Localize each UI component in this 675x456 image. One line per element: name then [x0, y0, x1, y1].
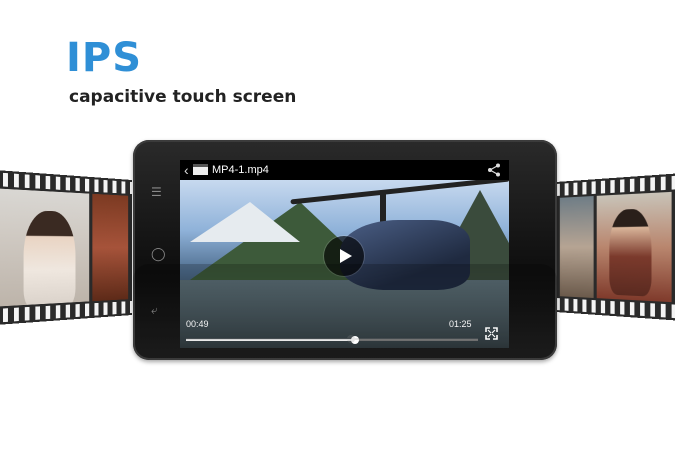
- headline: IPS: [66, 35, 143, 81]
- film-frame: [0, 188, 89, 307]
- film-frame: [596, 191, 672, 303]
- film-strip-right: [556, 173, 675, 321]
- phone-reflection: [133, 264, 557, 360]
- back-icon[interactable]: ‹: [184, 162, 189, 178]
- player-title-bar: ‹ MP4-1.mp4: [180, 160, 509, 180]
- film-strip-left: [0, 169, 133, 326]
- film-frame: [559, 196, 594, 298]
- video-file-name: MP4-1.mp4: [212, 164, 269, 176]
- film-frame: [91, 193, 129, 302]
- share-icon[interactable]: [487, 163, 501, 177]
- subline: capacitive touch screen: [69, 87, 297, 107]
- home-icon[interactable]: ◯: [151, 247, 166, 260]
- clapperboard-icon: [193, 164, 208, 175]
- menu-icon[interactable]: ☰: [151, 186, 162, 198]
